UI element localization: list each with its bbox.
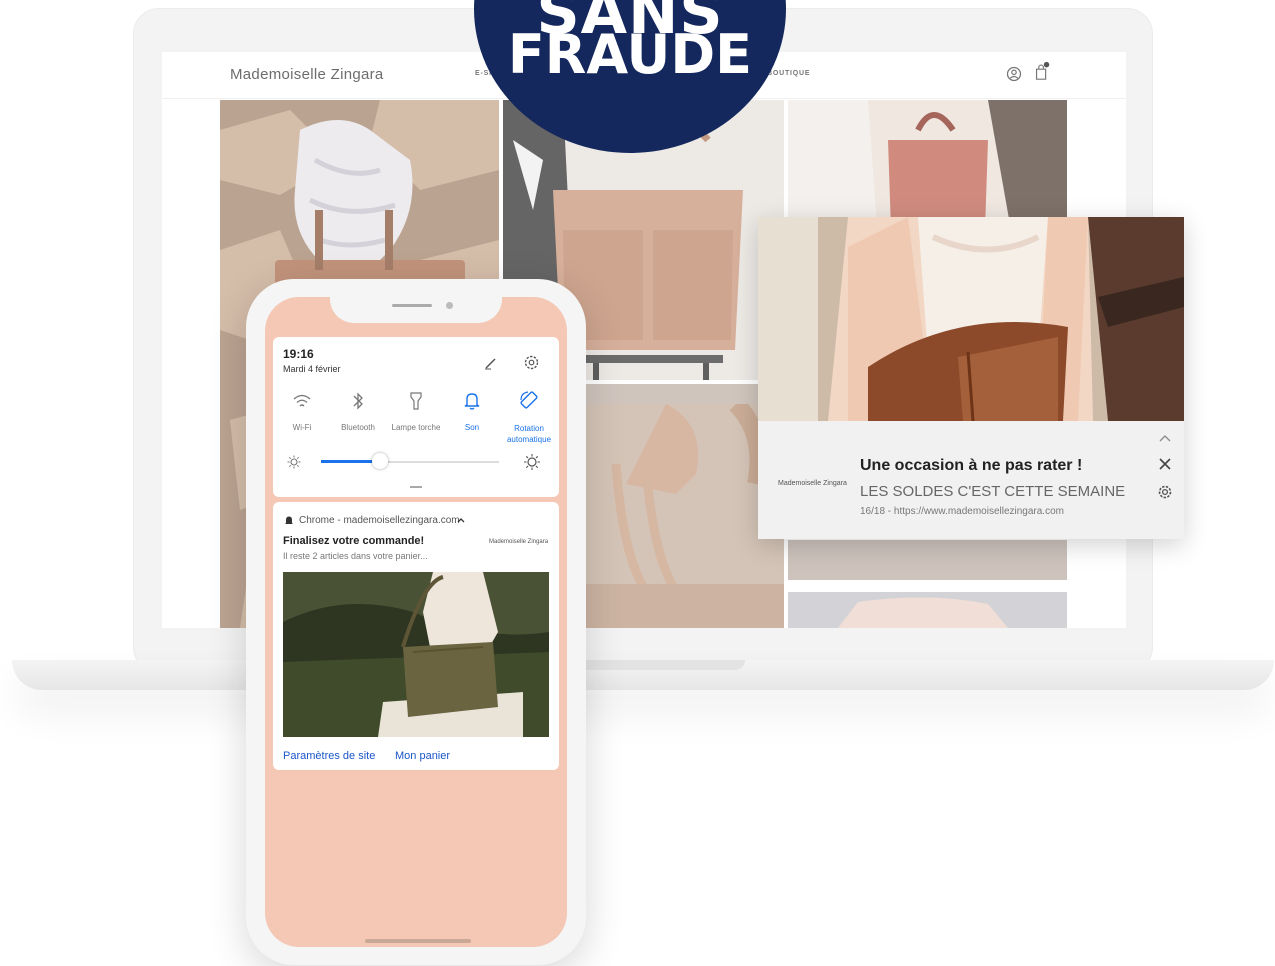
photo-tile-mid <box>788 540 1067 580</box>
push-notification-card[interactable]: Chrome - mademoisellezingara.com Finalis… <box>273 502 559 770</box>
clock: 19:16 <box>283 347 314 361</box>
desktop-notification[interactable]: Mademoiselle Zingara Une occasion à ne p… <box>758 217 1184 539</box>
user-icon[interactable] <box>1005 64 1023 84</box>
brightness-slider-thumb[interactable] <box>372 453 388 469</box>
notification-title: Finalisez votre commande! <box>283 535 425 547</box>
photo-tile-blouse <box>788 592 1067 628</box>
notification-text: Il reste 2 articles dans votre panier... <box>283 551 428 561</box>
home-indicator[interactable] <box>365 939 471 943</box>
close-icon[interactable] <box>1158 457 1172 471</box>
site-settings-button[interactable]: Paramètres de site <box>283 750 375 762</box>
flashlight-icon[interactable] <box>410 391 422 411</box>
photo-tile-straps <box>586 404 784 628</box>
badge-line-2: FRAUDE <box>507 23 753 86</box>
toggle-label-wifi: Wi-Fi <box>292 423 312 432</box>
notification-url: 16/18 - https://www.mademoisellezingara.… <box>860 506 1064 517</box>
phone-notch <box>330 297 502 323</box>
bluetooth-icon[interactable] <box>351 391 365 411</box>
my-cart-button[interactable]: Mon panier <box>395 750 450 762</box>
notification-body: Mademoiselle Zingara Une occasion à ne p… <box>758 421 1184 539</box>
notification-image <box>758 217 1184 421</box>
phone-frame: 19:16 Mardi 4 février Wi-Fi Bluetooth La… <box>246 279 586 965</box>
notification-image <box>283 572 549 737</box>
toggle-label-flashlight: Lampe torche <box>391 423 441 432</box>
site-logo[interactable]: Mademoiselle Zingara <box>230 66 384 83</box>
notification-title: Une occasion à ne pas rater ! <box>860 457 1083 474</box>
toggle-label-bluetooth: Bluetooth <box>341 423 375 432</box>
cart-icon[interactable] <box>1033 61 1051 81</box>
chevron-up-icon[interactable] <box>457 517 465 523</box>
notification-subtitle: LES SOLDES C'EST CETTE SEMAINE <box>860 483 1126 500</box>
toggle-label-sound: Son <box>464 423 480 432</box>
phone-screen: 19:16 Mardi 4 février Wi-Fi Bluetooth La… <box>265 297 567 947</box>
settings-icon[interactable] <box>523 354 540 371</box>
notification-site: Mademoiselle Zingara <box>778 480 847 487</box>
date: Mardi 4 février <box>283 364 341 374</box>
chevron-up-icon[interactable] <box>1158 433 1172 443</box>
toggle-label-rotation: Rotation automatique <box>506 424 552 444</box>
panel-handle[interactable] <box>410 486 422 488</box>
notification-app: Chrome - mademoisellezingara.com <box>299 515 460 526</box>
rotation-icon[interactable] <box>519 390 539 410</box>
brightness-high-icon <box>524 454 540 470</box>
brightness-low-icon <box>287 455 301 469</box>
gear-icon[interactable] <box>1156 483 1174 501</box>
edit-icon[interactable] <box>483 355 499 371</box>
bell-icon[interactable] <box>464 391 480 411</box>
wifi-icon[interactable] <box>292 393 312 411</box>
bell-small-icon <box>285 516 293 524</box>
notification-brand: Mademoiselle Zingara <box>489 539 549 545</box>
quick-settings-panel: 19:16 Mardi 4 février Wi-Fi Bluetooth La… <box>273 337 559 497</box>
